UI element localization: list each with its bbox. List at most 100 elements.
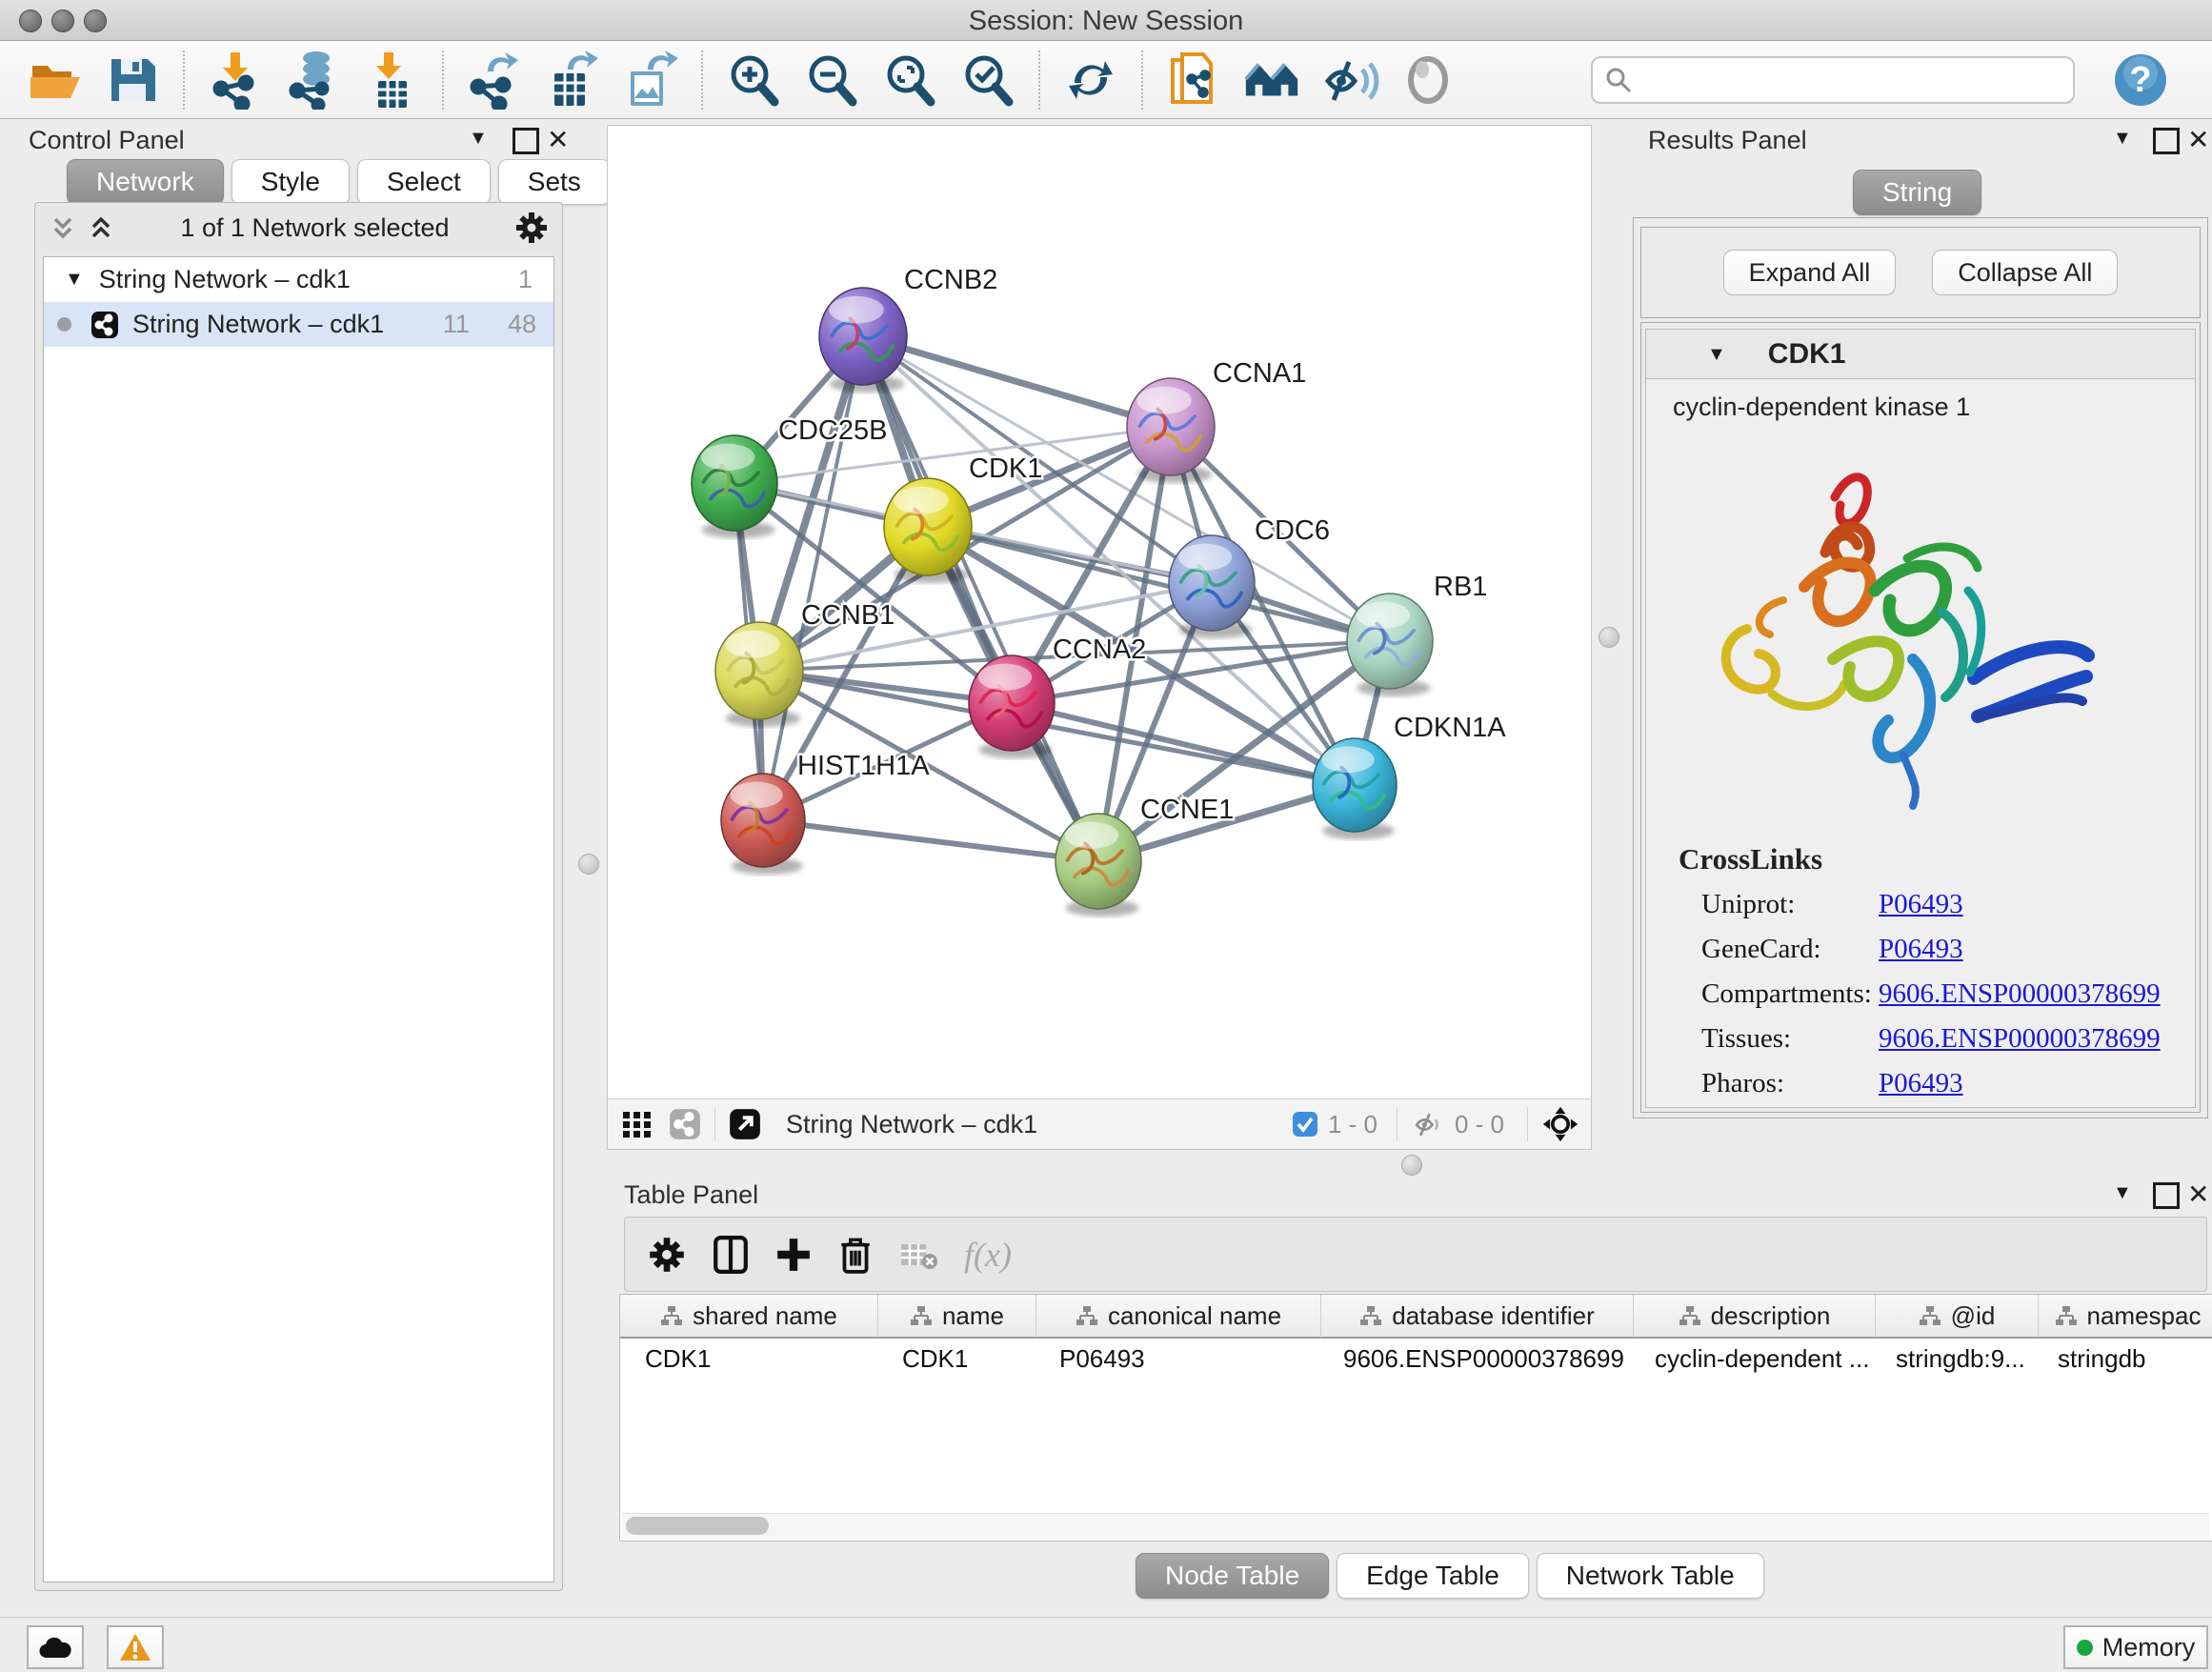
delete-columns-button[interactable] [838,1235,873,1275]
column-header-canonical-name[interactable]: canonical name [1036,1295,1321,1339]
hierarchy-icon [1359,1305,1382,1326]
table-panel-maximize-icon[interactable] [2153,1182,2180,1209]
left-splitter-handle[interactable] [578,854,599,875]
results-panel-maximize-icon[interactable] [2153,128,2180,154]
column-header-shared-name[interactable]: shared name [620,1295,878,1339]
selected-checkbox-icon[interactable] [1292,1111,1318,1138]
toolbar-separator [701,50,703,110]
protein-section-header[interactable]: ▼ CDK1 [1645,329,2196,380]
edge-ccnb2-ccna1[interactable] [863,336,1171,427]
help-button[interactable]: ? [2111,50,2170,110]
node-RB1[interactable]: RB1 [1347,572,1487,696]
zoom-fit-button[interactable] [880,50,939,110]
network-row[interactable]: String Network – cdk1 11 48 [44,302,553,347]
crosslink-value-link[interactable]: P06493 [1879,1068,1963,1099]
scrollbar-thumb[interactable] [626,1517,769,1535]
zoom-out-button[interactable] [802,50,861,110]
node-CCNE1[interactable]: CCNE1 [1056,795,1234,917]
control-panel-maximize-icon[interactable] [513,128,539,154]
tab-network[interactable]: Network [67,159,224,205]
network-options-gear-icon[interactable] [514,211,549,245]
crosslink-label: Uniprot: [1701,889,1879,920]
node-table[interactable]: shared namename canonical name database id… [619,1294,2212,1541]
table-row[interactable]: CDK1CDK1P064939606.ENSP00000378699cyclin… [620,1339,2212,1379]
memory-status-dot-icon [2077,1640,2093,1656]
column-header-namespac[interactable]: namespac [2039,1295,2212,1339]
string-network-icon [90,311,119,339]
refresh-button[interactable] [1061,50,1120,110]
detach-view-icon[interactable] [729,1108,761,1140]
edge-ccnb2-ccne1[interactable] [863,336,1098,861]
node-CCNB2[interactable]: CCNB2 [819,265,997,393]
export-image-button[interactable] [621,50,680,110]
column-header-label: canonical name [1108,1301,1281,1331]
network-birdseye-icon[interactable] [669,1108,701,1140]
tab-style[interactable]: Style [231,159,350,205]
export-network-button[interactable] [465,50,524,110]
column-header-description[interactable]: description [1634,1295,1876,1339]
crosslink-value-link[interactable]: P06493 [1879,934,1963,965]
edge-ccnb2-hist1h1a[interactable] [763,336,863,820]
tab-sets[interactable]: Sets [498,159,611,205]
grid-view-icon[interactable] [621,1108,654,1140]
tab-edge-table[interactable]: Edge Table [1337,1553,1529,1599]
create-column-button[interactable] [775,1236,812,1274]
import-network-from-database-button[interactable] [284,50,343,110]
collapse-all-button[interactable]: Collapse All [1932,250,2118,295]
results-tab-string[interactable]: String [1853,170,1981,215]
tab-network-table[interactable]: Network Table [1537,1553,1764,1599]
node-label-CDK1: CDK1 [969,453,1042,484]
show-columns-button[interactable] [713,1236,749,1274]
open-session-button[interactable] [25,50,84,110]
control-panel-float-icon[interactable]: ▼ [469,128,488,150]
show-glass-ball-button[interactable] [1398,50,1458,110]
hidden-eye-slash-icon[interactable] [1411,1110,1445,1138]
protein-expander-icon[interactable]: ▼ [1707,344,1726,366]
cloud-status-button[interactable] [27,1625,84,1669]
table-horizontal-scrollbar[interactable] [622,1513,2209,1539]
search-input[interactable] [1633,64,2073,95]
expand-all-networks-icon[interactable] [49,213,77,242]
network-canvas[interactable]: CCNB2CCNA1CDC25BCDK1CDC6RB1CCNB1CCNA2CDK… [607,125,1592,1100]
table-panel-float-icon[interactable]: ▼ [2113,1182,2132,1204]
crosslink-value-link[interactable]: P06493 [1879,889,1963,920]
memory-button-label: Memory [2102,1633,2196,1662]
bottom-splitter-handle[interactable] [1401,1155,1422,1176]
crosslink-value-link[interactable]: 9606.ENSP00000378699 [1879,978,2161,1010]
node-CCNA1[interactable]: CCNA1 [1127,358,1306,483]
right-splitter-handle[interactable] [1599,627,1619,648]
crosslink-value-link[interactable]: 9606.ENSP00000378699 [1879,1023,2161,1055]
warnings-button[interactable] [107,1625,164,1669]
network-collection-row[interactable]: ▼ String Network – cdk1 1 [44,257,553,302]
control-panel-close-icon[interactable]: ✕ [547,124,569,155]
tab-select[interactable]: Select [357,159,491,205]
table-panel-close-icon[interactable]: ✕ [2187,1178,2209,1210]
results-panel-close-icon[interactable]: ✕ [2187,124,2209,155]
column-header-database-identifier[interactable]: database identifier [1321,1295,1634,1339]
gear-icon [648,1236,686,1274]
plus-icon [775,1236,812,1274]
column-header-@id[interactable]: @id [1876,1295,2039,1339]
hide-glass-ball-button[interactable] [1320,50,1379,110]
string-home-button[interactable] [1242,50,1301,110]
export-table-button[interactable] [543,50,602,110]
fit-content-crosshair-icon[interactable] [1541,1105,1579,1143]
table-options-button[interactable] [648,1236,686,1274]
crosslink-row: Pharos:P06493 [1701,1061,2161,1106]
edge-hist1h1a-ccne1[interactable] [763,820,1098,861]
node-CDKN1A[interactable]: CDKN1A [1313,713,1506,839]
import-table-button[interactable] [362,50,421,110]
zoom-in-button[interactable] [724,50,783,110]
tab-node-table[interactable]: Node Table [1136,1553,1329,1599]
collapse-all-networks-icon[interactable] [87,213,115,242]
results-panel-float-icon[interactable]: ▼ [2113,128,2132,150]
save-session-button[interactable] [103,50,162,110]
expand-all-button[interactable]: Expand All [1723,250,1897,295]
import-network-file-button[interactable] [206,50,265,110]
node-HIST1H1A[interactable]: HIST1H1A [721,751,930,875]
column-header-name[interactable]: name [878,1295,1036,1339]
clone-network-button[interactable] [1164,50,1223,110]
zoom-selected-button[interactable] [958,50,1017,110]
memory-button[interactable]: Memory [2063,1625,2208,1669]
collection-expander-icon[interactable]: ▼ [65,269,84,291]
